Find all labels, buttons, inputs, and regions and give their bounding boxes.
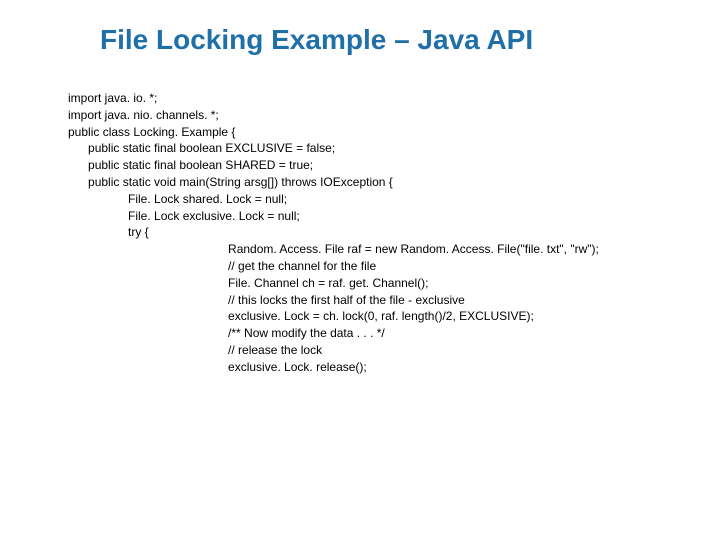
indent (68, 276, 228, 290)
code-line: /** Now modify the data . . . */ (228, 326, 385, 340)
code-line: // get the channel for the file (228, 259, 376, 273)
code-line: File. Lock shared. Lock = null; (128, 192, 287, 206)
code-line: public static void main(String arsg[]) t… (88, 175, 393, 189)
code-line: File. Lock exclusive. Lock = null; (128, 209, 300, 223)
page-title: File Locking Example – Java API (100, 24, 680, 56)
indent (68, 242, 228, 256)
code-line: exclusive. Lock = ch. lock(0, raf. lengt… (228, 309, 534, 323)
indent (68, 175, 88, 189)
code-line: Random. Access. File raf = new Random. A… (228, 242, 599, 256)
indent (68, 326, 228, 340)
slide: File Locking Example – Java API import j… (0, 0, 720, 540)
code-block: import java. io. *; import java. nio. ch… (68, 90, 690, 376)
code-line: import java. io. *; (68, 91, 157, 105)
code-line: public static final boolean SHARED = tru… (88, 158, 313, 172)
indent (68, 259, 228, 273)
indent (68, 343, 228, 357)
code-line: // release the lock (228, 343, 322, 357)
indent (68, 141, 88, 155)
indent (68, 360, 228, 374)
code-line: public static final boolean EXCLUSIVE = … (88, 141, 335, 155)
code-line: import java. nio. channels. *; (68, 108, 219, 122)
indent (68, 192, 128, 206)
code-line: exclusive. Lock. release(); (228, 360, 367, 374)
indent (68, 309, 228, 323)
indent (68, 158, 88, 172)
indent (68, 209, 128, 223)
code-line: File. Channel ch = raf. get. Channel(); (228, 276, 428, 290)
code-line: // this locks the first half of the file… (228, 293, 465, 307)
code-line: try { (128, 225, 149, 239)
code-line: public class Locking. Example { (68, 125, 235, 139)
indent (68, 225, 128, 239)
indent (68, 293, 228, 307)
